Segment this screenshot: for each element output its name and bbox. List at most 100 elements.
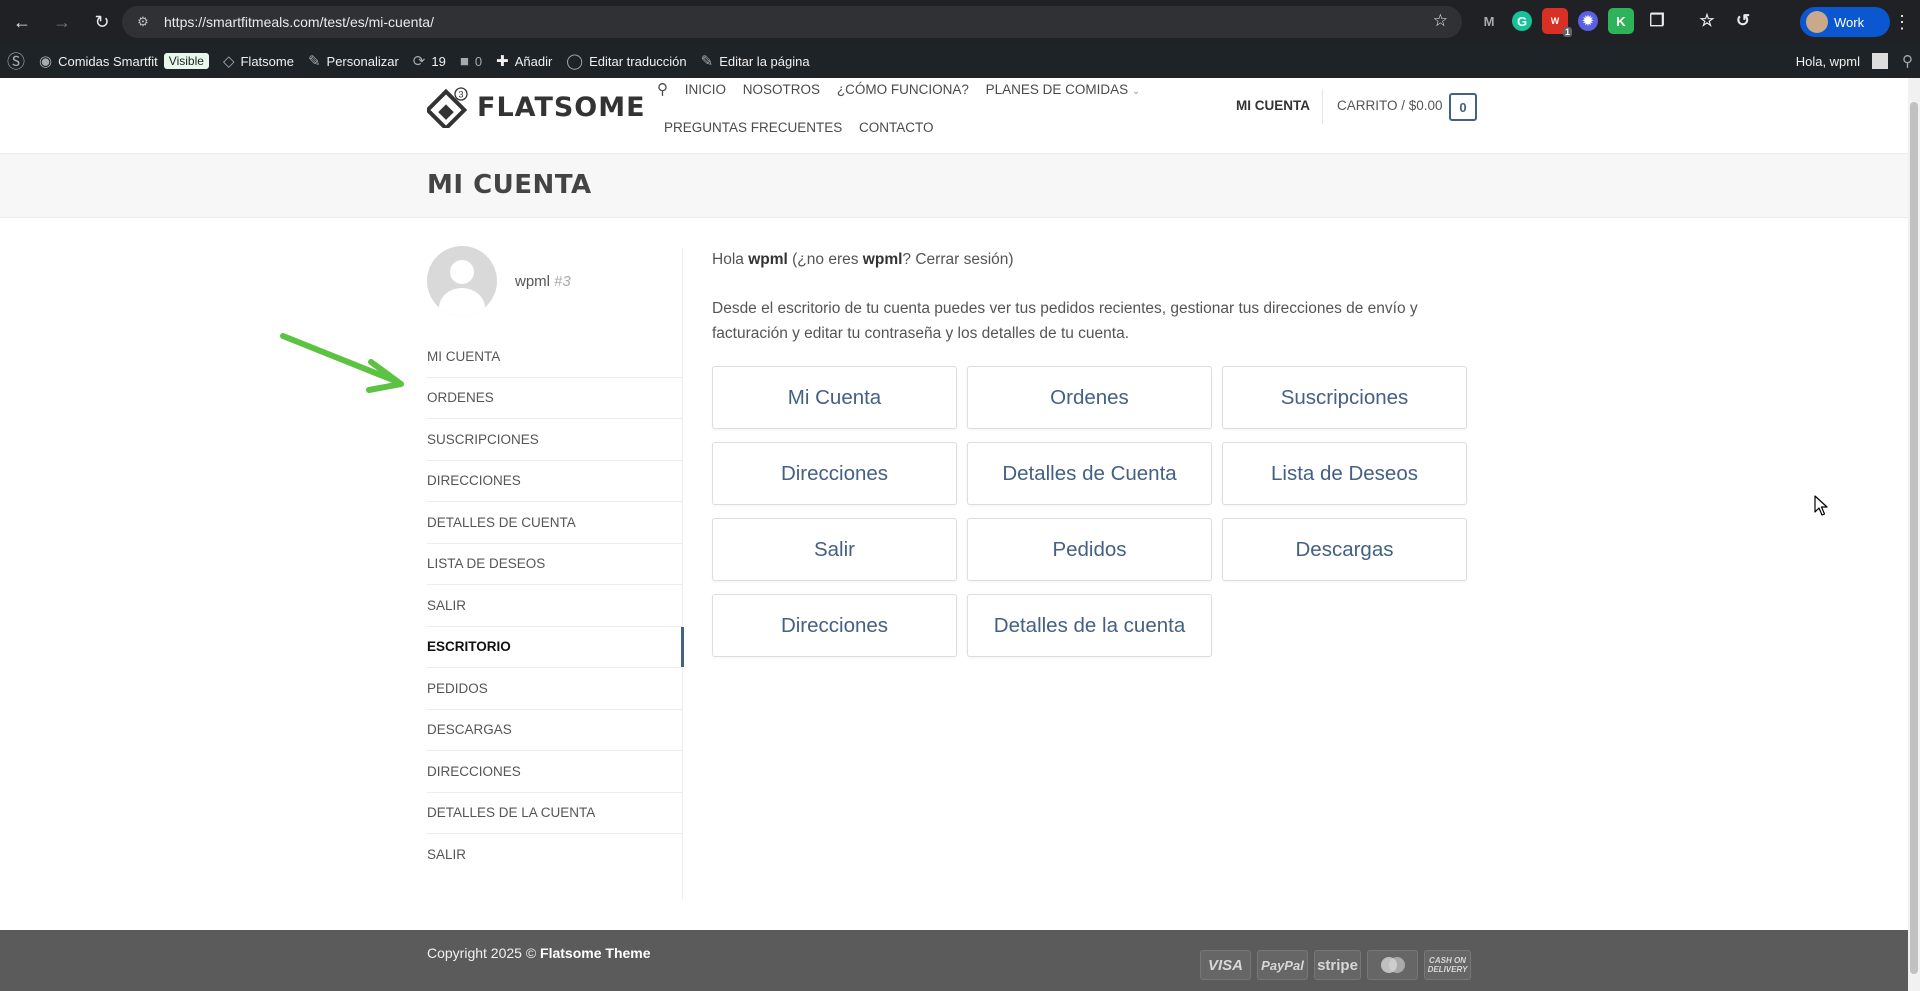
reload-icon[interactable]: ↻: [84, 4, 120, 40]
admin-edit-page[interactable]: ✎ Editar la página: [694, 44, 817, 78]
cart-count-icon[interactable]: 0: [1449, 93, 1477, 121]
header-cart-link[interactable]: CARRITO / $0.00: [1337, 98, 1443, 113]
page-title: MI CUENTA: [427, 170, 592, 200]
visible-badge: Visible: [163, 53, 209, 69]
account-navigation: MI CUENTA ORDENES SUSCRIPCIONES DIRECCIO…: [427, 336, 684, 876]
logo-text: FLATSOME: [477, 91, 646, 123]
admin-customize[interactable]: ✎ Personalizar: [301, 44, 406, 78]
wp-admin-bar: Ⓢ ◉ Comidas Smartfit Visible ◇ Flatsome …: [0, 44, 1920, 78]
profile-avatar: [1806, 11, 1828, 33]
greeting-hello: Hola: [712, 251, 744, 268]
bookmark-star-icon[interactable]: ☆: [1433, 11, 1448, 31]
page-title-band: MI CUENTA: [0, 154, 1908, 218]
flatsome-logo-icon: 3: [427, 87, 468, 128]
sidebar-item-detalles-de-la-cuenta[interactable]: DETALLES DE LA CUENTA: [427, 793, 683, 834]
sidebar-item-ordenes[interactable]: ORDENES: [427, 378, 683, 419]
profile-button[interactable]: Work: [1800, 7, 1890, 37]
menu-item-inicio[interactable]: INICIO: [685, 82, 726, 97]
cash-on-delivery-icon: CASH ON DELIVERY: [1424, 950, 1471, 980]
page-scrollbar[interactable]: [1908, 78, 1920, 991]
tile-ordenes[interactable]: Ordenes: [967, 366, 1212, 429]
translate-icon: ◯: [566, 53, 584, 70]
keeper-icon[interactable]: K: [1608, 8, 1634, 34]
profile-label: Work: [1834, 14, 1865, 30]
account-username: wpml #3: [515, 273, 571, 290]
tile-pedidos[interactable]: Pedidos: [967, 518, 1212, 581]
admin-edit-translation[interactable]: ◯ Editar traducción: [559, 44, 693, 78]
sidebar-item-pedidos[interactable]: PEDIDOS: [427, 668, 683, 710]
main-menu-row1: ⚲ INICIO NOSOTROS ¿CÓMO FUNCIONA? PLANES…: [657, 80, 1153, 98]
browser-menu-icon[interactable]: ⋮: [1890, 8, 1914, 36]
sidebar-item-descargas[interactable]: DESCARGAS: [427, 710, 683, 751]
bookmarks-icon[interactable]: ☆: [1694, 8, 1720, 34]
admin-updates[interactable]: ⟳ 19: [406, 44, 453, 78]
tile-lista-de-deseos[interactable]: Lista de Deseos: [1222, 442, 1467, 505]
metamask-icon[interactable]: M: [1476, 8, 1502, 34]
comment-icon: ■: [459, 52, 469, 70]
user-id-text: #3: [554, 272, 571, 290]
wpml-extension-icon[interactable]: ✹: [1578, 11, 1598, 31]
tile-detalles-de-cuenta[interactable]: Detalles de Cuenta: [967, 442, 1212, 505]
extensions-bar: M G W1 ✹ K ❐ ☆ ↺: [1476, 8, 1756, 37]
back-icon[interactable]: ←: [4, 4, 40, 40]
admin-site-name[interactable]: ◉ Comidas Smartfit Visible: [32, 44, 216, 78]
sidebar-item-detalles-de-cuenta[interactable]: DETALLES DE CUENTA: [427, 502, 683, 544]
username-text: wpml: [515, 272, 551, 290]
browser-toolbar: ← → ↻ ⚙ https://smartfitmeals.com/test/e…: [0, 0, 1920, 44]
tile-salir[interactable]: Salir: [712, 518, 957, 581]
site-logo[interactable]: 3 FLATSOME: [427, 86, 646, 128]
logout-link[interactable]: ? Cerrar sesión): [902, 251, 1013, 268]
search-icon[interactable]: ⚲: [657, 81, 668, 98]
history-icon[interactable]: ↺: [1730, 8, 1756, 34]
site-settings-icon[interactable]: ⚙: [132, 11, 154, 33]
sidebar-item-salir[interactable]: SALIR: [427, 585, 683, 627]
tile-direcciones[interactable]: Direcciones: [712, 442, 957, 505]
footer-copyright: Copyright 2025 © Flatsome Theme: [427, 945, 651, 961]
flatsome-diamond-icon: ◇: [222, 53, 235, 70]
tile-descargas[interactable]: Descargas: [1222, 518, 1467, 581]
admin-my-account[interactable]: Hola, wpml: [1789, 44, 1895, 78]
logo-badge: 3: [458, 90, 463, 100]
sidebar-item-mi-cuenta[interactable]: MI CUENTA: [427, 336, 683, 378]
tile-suscripciones[interactable]: Suscripciones: [1222, 366, 1467, 429]
avatar: [427, 246, 497, 316]
grammarly-icon[interactable]: G: [1512, 11, 1532, 31]
scrollbar-thumb[interactable]: [1910, 102, 1918, 974]
tile-mi-cuenta[interactable]: Mi Cuenta: [712, 366, 957, 429]
updates-count: 19: [431, 53, 446, 69]
admin-flatsome[interactable]: ◇ Flatsome: [216, 44, 301, 78]
copyright-theme-link[interactable]: Flatsome Theme: [540, 945, 650, 961]
add-new-label: Añadir: [514, 53, 553, 69]
visa-icon: VISA: [1200, 950, 1251, 980]
sidebar-item-direcciones[interactable]: DIRECCIONES: [427, 461, 683, 502]
puzzle-icon[interactable]: ❐: [1644, 8, 1670, 34]
menu-item-nosotros[interactable]: NOSOTROS: [743, 82, 820, 97]
main-menu-row2: PREGUNTAS FRECUENTES CONTACTO: [664, 120, 947, 135]
menu-item-como-funciona[interactable]: ¿CÓMO FUNCIONA?: [837, 82, 969, 97]
admin-search-icon[interactable]: ⚲: [1895, 44, 1920, 78]
sidebar-item-suscripciones[interactable]: SUSCRIPCIONES: [427, 419, 683, 461]
customize-label: Personalizar: [326, 53, 399, 69]
sidebar-item-escritorio[interactable]: ESCRITORIO: [427, 626, 684, 668]
sidebar-item-salir-2[interactable]: SALIR: [427, 834, 683, 876]
address-bar[interactable]: ⚙ https://smartfitmeals.com/test/es/mi-c…: [122, 6, 1462, 38]
flatsome-label: Flatsome: [240, 53, 294, 69]
url-text[interactable]: https://smartfitmeals.com/test/es/mi-cue…: [164, 14, 434, 30]
forward-icon[interactable]: →: [44, 4, 80, 40]
mastercard-icon: [1367, 950, 1418, 980]
admin-comments[interactable]: ■ 0: [453, 44, 489, 78]
admin-add-new[interactable]: ✚ Añadir: [489, 44, 559, 78]
comments-count: 0: [474, 53, 483, 69]
sidebar-item-lista-de-deseos[interactable]: LISTA DE DESEOS: [427, 544, 683, 585]
dashboard-links-grid: Mi Cuenta Ordenes Suscripciones Direccio…: [712, 366, 1467, 657]
menu-item-preguntas[interactable]: PREGUNTAS FRECUENTES: [664, 120, 842, 135]
wordpress-logo-icon[interactable]: Ⓢ: [0, 44, 32, 78]
tile-detalles-de-la-cuenta[interactable]: Detalles de la cuenta: [967, 594, 1212, 657]
badge-extension-icon[interactable]: W1: [1542, 8, 1572, 37]
header-account-link[interactable]: MI CUENTA: [1236, 98, 1310, 113]
sidebar-item-direcciones-2[interactable]: DIRECCIONES: [427, 751, 683, 793]
site-name-label: Comidas Smartfit: [58, 53, 158, 69]
menu-item-planes[interactable]: PLANES DE COMIDAS ⌄: [986, 82, 1141, 97]
menu-item-contacto[interactable]: CONTACTO: [859, 120, 934, 135]
tile-direcciones-2[interactable]: Direcciones: [712, 594, 957, 657]
